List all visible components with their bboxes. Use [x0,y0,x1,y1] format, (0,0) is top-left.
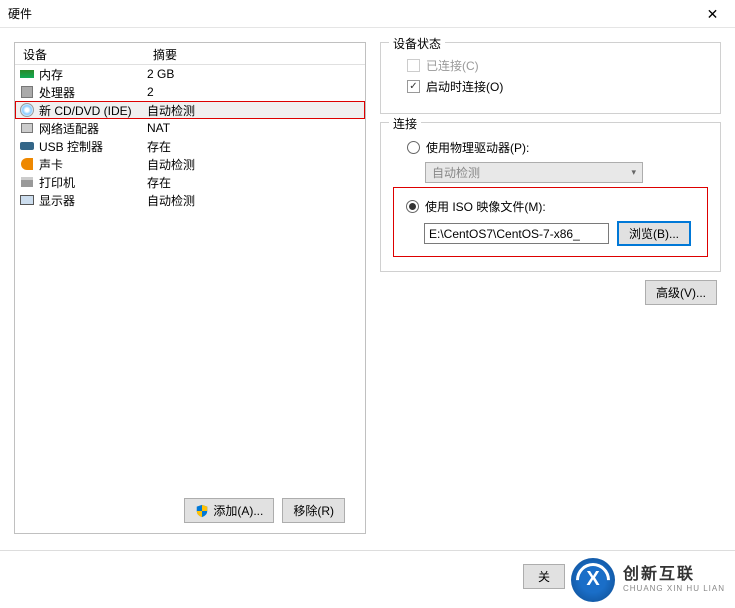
list-item[interactable]: 显示器 自动检测 [15,191,365,209]
device-summary: 2 [147,85,154,99]
brand-en: CHUANG XIN HU LIAN [623,584,725,594]
remove-label: 移除(R) [293,502,334,519]
iso-path-input[interactable] [424,223,609,244]
window-close-button[interactable]: ✕ [690,0,735,27]
brand-logo: X 创新互联 CHUANG XIN HU LIAN [571,558,725,602]
physical-drive-dropdown: 自动检测 ▾ [425,162,643,183]
network-icon [19,120,35,136]
use-physical-label: 使用物理驱动器(P): [426,139,529,156]
add-hardware-button[interactable]: 添加(A)... [184,498,274,523]
dropdown-value: 自动检测 [432,164,480,181]
use-iso-label: 使用 ISO 映像文件(M): [425,198,546,215]
window-title: 硬件 [8,5,32,22]
radio-icon [406,200,419,213]
list-item[interactable]: USB 控制器 存在 [15,137,365,155]
device-name: 新 CD/DVD (IDE) [39,102,147,119]
iso-input-row: 浏览(B)... [424,221,699,246]
list-item[interactable]: 处理器 2 [15,83,365,101]
shield-icon [195,504,209,518]
device-name: 打印机 [39,174,147,191]
memory-icon [19,66,35,82]
logo-text: 创新互联 CHUANG XIN HU LIAN [623,565,725,594]
bottom-bar: 关 X 创新互联 CHUANG XIN HU LIAN [0,550,735,608]
iso-highlight-box: 使用 ISO 映像文件(M): 浏览(B)... [393,187,708,257]
checkbox-icon: ✓ [407,80,420,93]
list-item[interactable]: 内存 2 GB [15,65,365,83]
connect-on-power-row[interactable]: ✓ 启动时连接(O) [407,78,708,95]
list-item[interactable]: 网络适配器 NAT [15,119,365,137]
sound-icon [19,156,35,172]
browse-button[interactable]: 浏览(B)... [617,221,691,246]
device-summary: 存在 [147,174,171,191]
advanced-button[interactable]: 高级(V)... [645,280,717,305]
connection-group: 连接 使用物理驱动器(P): 自动检测 ▾ 使用 ISO 映像文件(M): 浏览… [380,122,721,272]
advanced-row: 高级(V)... [380,280,721,305]
device-name: 处理器 [39,84,147,101]
use-iso-radio[interactable]: 使用 ISO 映像文件(M): [406,198,699,215]
header-summary[interactable]: 摘要 [145,43,365,64]
title-bar: 硬件 ✕ [0,0,735,28]
device-summary: 自动检测 [147,156,195,173]
device-summary: 2 GB [147,67,174,81]
logo-icon: X [571,558,615,602]
use-physical-radio[interactable]: 使用物理驱动器(P): [407,139,708,156]
connected-checkbox-row: 已连接(C) [407,57,708,74]
device-name: 显示器 [39,192,147,209]
connect-on-power-label: 启动时连接(O) [426,78,503,95]
list-item[interactable]: 声卡 自动检测 [15,155,365,173]
content-area: 设备 摘要 内存 2 GB 处理器 2 新 CD/DVD (IDE) 自动检测 … [0,28,735,548]
remove-hardware-button[interactable]: 移除(R) [282,498,345,523]
header-device[interactable]: 设备 [15,43,145,64]
add-label: 添加(A)... [213,502,263,519]
connection-legend: 连接 [389,115,421,132]
cpu-icon [19,84,35,100]
cd-icon [19,102,35,118]
device-summary: 自动检测 [147,192,195,209]
display-icon [19,192,35,208]
device-summary: 自动检测 [147,102,195,119]
chevron-down-icon: ▾ [631,167,636,178]
close-dialog-button[interactable]: 关 [523,564,565,589]
settings-panel: 设备状态 已连接(C) ✓ 启动时连接(O) 连接 使用物理驱动器(P): 自动… [380,42,721,534]
device-summary: 存在 [147,138,171,155]
close-icon: ✕ [707,7,719,21]
device-name: USB 控制器 [39,138,147,155]
device-name: 网络适配器 [39,120,147,137]
hardware-list-panel: 设备 摘要 内存 2 GB 处理器 2 新 CD/DVD (IDE) 自动检测 … [14,42,366,534]
checkbox-icon [407,59,420,72]
connected-label: 已连接(C) [426,57,479,74]
status-legend: 设备状态 [389,35,445,52]
brand-cn: 创新互联 [623,565,725,584]
device-name: 内存 [39,66,147,83]
printer-icon [19,174,35,190]
device-summary: NAT [147,121,170,135]
usb-icon [19,138,35,154]
device-name: 声卡 [39,156,147,173]
radio-icon [407,141,420,154]
list-header: 设备 摘要 [15,43,365,65]
device-status-group: 设备状态 已连接(C) ✓ 启动时连接(O) [380,42,721,114]
list-footer: 添加(A)... 移除(R) [15,488,365,533]
list-item[interactable]: 打印机 存在 [15,173,365,191]
list-item[interactable]: 新 CD/DVD (IDE) 自动检测 [15,101,365,119]
